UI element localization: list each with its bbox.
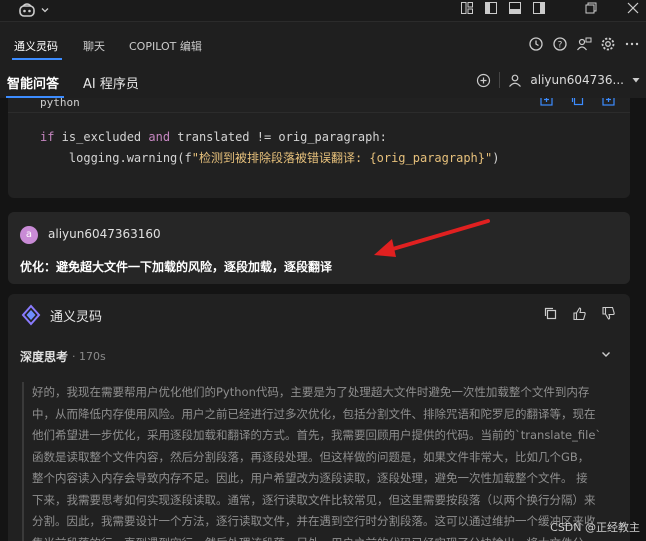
title-bar [0,0,646,22]
tongyi-logo-icon [20,304,42,326]
thinking-line: 下来，我需要思考如何实现逐段读取。通常，逐行读取文件比较常见，但这里需要按段落（… [32,492,596,507]
secondary-tab-bar: 智能问答 AI 程序员 aliyun604736... [0,64,646,98]
thinking-line: 集当前段落的行，直到遇到空行，然后处理该段落。另外，用户之前的代码已经实现了分块… [32,533,618,541]
assistant-name: 通义灵码 [50,309,103,325]
tab-tongyi-lingma[interactable]: 通义灵码 [14,38,58,54]
thinking-time: · 170s [72,350,106,363]
user-message-card: a aliyun6047363160 优化：避免超大文件一下加载的风险，逐段加载… [8,212,630,284]
chat-content[interactable]: python if is_excluded and translated != … [0,98,646,541]
code-line-2: logging.warning(f"检测到被排除段落被错误翻译: {orig_p… [40,151,500,165]
thinking-line: 好的，我现在需要帮用户优化他们的Python代码，主要是为了处理超大文件时避免一… [32,385,590,399]
more-icon[interactable] [624,36,640,52]
settings-icon[interactable] [600,36,616,52]
code-separator [8,112,630,113]
copy-icon[interactable] [543,306,558,321]
tab-chat[interactable]: 聊天 [83,38,105,54]
restore-icon[interactable] [584,1,598,15]
chevron-down-icon[interactable] [40,5,50,15]
copilot-logo-icon[interactable] [18,2,36,18]
avatar: a [20,226,38,244]
panel-bottom-icon[interactable] [508,1,522,15]
thumbs-down-icon[interactable] [601,306,616,321]
thinking-line: 分割。因此，我需要设计一个方法，逐行读取文件，并在遇到空行时分割段落。这可以通过… [32,514,596,528]
thinking-line: 整个内容读入内存会导致内存不足。因此，用户希望改为逐段读取，逐段处理，避免一次性… [32,471,588,485]
divider [499,72,501,88]
active-tab-indicator [12,58,62,60]
chevron-down-icon[interactable] [600,348,612,360]
thumbs-up-icon[interactable] [572,306,587,321]
layout-icon[interactable] [460,1,474,15]
tab-smart-qa[interactable]: 智能问答 [7,73,59,92]
panel-left-icon[interactable] [484,1,498,15]
thinking-title: 深度思考 [20,350,69,364]
code-language: python [40,98,80,109]
svg-text:?: ? [558,41,563,51]
thinking-header[interactable]: 深度思考 · 170s [20,348,618,365]
code-line-1: if is_excluded and translated != orig_pa… [40,130,387,144]
close-icon[interactable] [626,1,640,15]
insert-icon[interactable] [539,98,554,107]
new-chat-icon[interactable] [476,73,491,88]
message-username: aliyun6047363160 [48,227,161,241]
assistant-message-card: 通义灵码 深度思考 · 170s 好的，我现在需要帮用户优化他们的Python代… [8,294,630,541]
code-block: python if is_excluded and translated != … [8,98,630,198]
tab-ai-programmer[interactable]: AI 程序员 [83,73,139,92]
thinking-line: 函数是读取整个文件内容，然后分割段落，再逐段处理。但这样做的问题是，如果文件非常… [32,449,590,464]
history-icon[interactable] [528,36,544,52]
panel-right-icon[interactable] [532,1,546,15]
user-icon [508,73,522,87]
thinking-line: 他们希望进一步优化，采用逐段加载和翻译的方式。首先，我需要回顾用户提供的代码。当… [32,428,602,442]
primary-tab-bar: 通义灵码 聊天 COPILOT 编辑 ? [0,30,646,62]
thinking-line: 中，从而降低内存使用风险。用户之前已经进行过多次优化，包括分割文件、排除咒语和陀… [32,406,596,421]
thinking-content: 好的，我现在需要帮用户优化他们的Python代码，主要是为了处理超大文件时避免一… [22,382,618,541]
tab-copilot-edit[interactable]: COPILOT 编辑 [129,38,202,54]
copy-icon[interactable] [570,98,585,107]
watermark: CSDN @正经教主 [550,521,640,534]
new-file-icon[interactable] [601,98,616,107]
user-name[interactable]: aliyun604736... [530,73,624,87]
help-icon[interactable]: ? [552,36,568,52]
user-message-text: 优化：避免超大文件一下加载的风险，逐段加载，逐段翻译 [20,260,333,274]
red-arrow-annotation [374,219,490,257]
caret-down-icon[interactable] [632,76,640,84]
person-feedback-icon[interactable] [576,36,592,52]
